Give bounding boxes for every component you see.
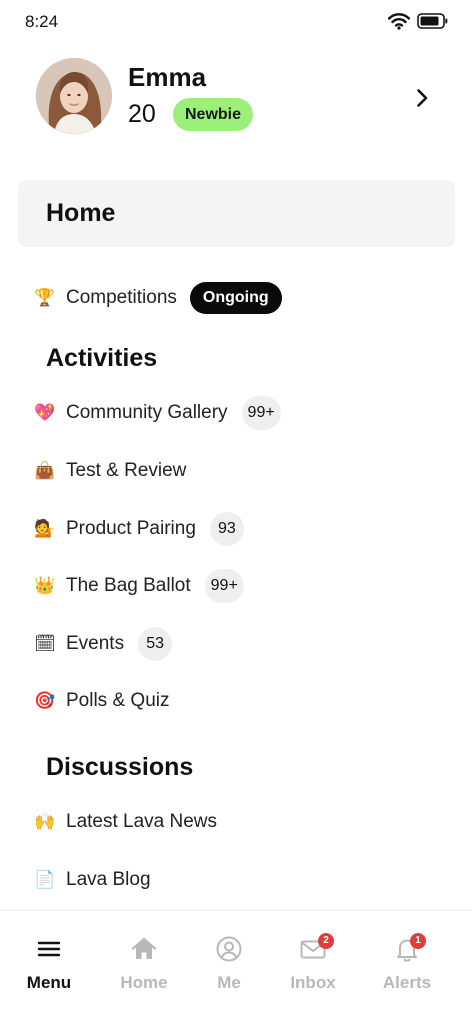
alerts-notification-badge: 1 (410, 933, 426, 949)
count-badge: 99+ (204, 569, 244, 603)
menu-item-community-gallery[interactable]: 💖 Community Gallery 99+ (34, 393, 281, 433)
menu-item-polls-quiz[interactable]: 🎯 Polls & Quiz (34, 681, 169, 721)
user-icon (216, 936, 242, 962)
menu-item-latest-news[interactable]: 🙌 Latest Lava News (34, 802, 217, 842)
heart-icon: 💖 (34, 403, 56, 423)
nav-label: Alerts (382, 973, 432, 992)
bottom-nav: Menu Home Me 2 Inbox 1 Alerts (0, 910, 472, 1024)
document-icon: 📄 (34, 870, 56, 890)
menu-item-competitions[interactable]: 🏆 Competitions Ongoing (34, 278, 282, 318)
inbox-notification-badge: 2 (318, 933, 334, 949)
status-bar: 8:24 (0, 0, 472, 44)
nav-label: Menu (26, 973, 72, 992)
calendar-icon: 🗓 (34, 634, 56, 654)
nav-home[interactable]: Home (99, 911, 189, 1011)
home-icon (131, 937, 157, 959)
raising-hands-icon: 🙌 (34, 812, 56, 832)
home-card[interactable]: Home (18, 180, 455, 247)
section-title-activities: Activities (46, 344, 158, 372)
menu-item-label: Test & Review (66, 460, 187, 481)
menu-item-bag-ballot[interactable]: 👑 The Bag Ballot 99+ (34, 566, 244, 606)
wifi-icon (388, 13, 410, 30)
menu-item-events[interactable]: 🗓 Events 53 (34, 624, 173, 664)
count-badge: 99+ (241, 396, 281, 430)
person-tipping-hand-icon: 💁 (34, 519, 56, 539)
menu-item-lava-blog[interactable]: 📄 Lava Blog (34, 860, 151, 900)
menu-item-label: Events (66, 633, 125, 654)
status-time: 8:24 (25, 12, 59, 31)
handbag-icon: 👜 (34, 461, 56, 481)
home-card-title: Home (46, 199, 116, 227)
profile-age: 20 (128, 100, 156, 128)
menu-item-product-pairing[interactable]: 💁 Product Pairing 93 (34, 509, 244, 549)
menu-item-label: Competitions (66, 287, 177, 308)
target-icon: 🎯 (34, 691, 56, 711)
menu-item-label: Polls & Quiz (66, 690, 170, 711)
menu-item-label: Product Pairing (66, 518, 196, 539)
ongoing-badge: Ongoing (189, 282, 282, 314)
menu-item-label: Lava Blog (66, 869, 151, 890)
avatar[interactable] (36, 58, 112, 134)
section-title-discussions: Discussions (46, 753, 194, 781)
profile-name: Emma (128, 62, 207, 92)
trophy-icon: 🏆 (34, 288, 56, 308)
hamburger-menu-icon (37, 941, 61, 957)
crown-icon: 👑 (34, 576, 56, 596)
count-badge: 53 (138, 627, 173, 661)
nav-alerts[interactable]: 1 Alerts (362, 911, 452, 1011)
nav-me[interactable]: Me (184, 911, 274, 1011)
count-badge: 93 (209, 512, 244, 546)
nav-inbox[interactable]: 2 Inbox (268, 911, 358, 1011)
menu-item-label: The Bag Ballot (66, 575, 191, 596)
menu-item-test-review[interactable]: 👜 Test & Review (34, 451, 186, 491)
nav-label: Inbox (290, 973, 336, 992)
menu-item-label: Community Gallery (66, 402, 228, 423)
level-badge: Newbie (173, 98, 254, 131)
chevron-right-icon[interactable] (410, 86, 434, 110)
nav-label: Me (217, 973, 241, 992)
nav-menu[interactable]: Menu (4, 911, 94, 1011)
battery-icon (417, 13, 448, 29)
nav-label: Home (120, 973, 168, 992)
menu-item-label: Latest Lava News (66, 811, 218, 832)
